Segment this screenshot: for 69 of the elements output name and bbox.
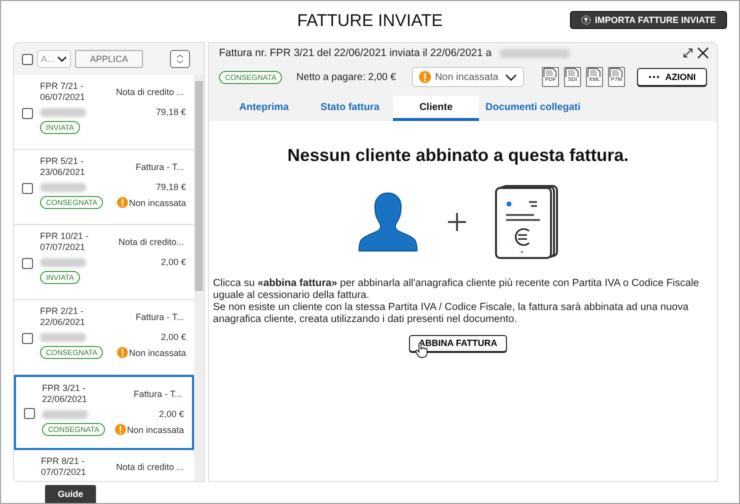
redacted-block [40,258,86,266]
invoice-type: Fattura - T... [134,389,183,399]
payment-status: Non incassata [128,198,186,208]
tab[interactable]: Stato fattura [307,96,393,121]
invoice-type: Fattura - T... [136,312,185,322]
invoice-amount: 79,18 € [156,182,186,192]
document-icon [609,68,624,77]
payment-status: Non incassata [126,424,184,434]
invoice-type: Fattura - T... [136,162,185,172]
invoice-checkbox[interactable] [22,108,33,118]
net-amount: Netto a pagare: 2,00 € [296,72,396,82]
match-invoice-button[interactable]: ABBINA FATTURA [409,334,507,352]
invoice-type: Nota di credito... [118,237,185,247]
invoice-number: FPR 5/21 - 23/06/2021 [40,156,86,178]
payment-select[interactable]: Non incassata [412,67,524,87]
redacted-block [40,108,86,116]
upload-icon [580,15,591,25]
warning-icon [116,347,128,358]
tab[interactable]: Cliente [393,96,479,121]
invoice-checkbox[interactable] [24,408,35,419]
person-silhouette-icon [357,191,419,253]
sort-icon [176,54,184,64]
sort-button[interactable] [170,50,190,68]
invoice-amount: 79,18 € [156,107,186,117]
import-button[interactable]: IMPORTA FATTURE INVIATE [570,11,727,29]
redacted-block [500,48,570,58]
document-icon [543,68,558,77]
payment-status: Non incassata [128,348,186,358]
empty-heading: Nessun cliente abbinato a questa fattura. [287,145,629,166]
invoice-type: Nota di credito ... [116,87,185,97]
invoice-checkbox[interactable] [22,332,33,344]
invoice-document-icon [495,184,559,260]
redacted-block [40,182,86,192]
document-icon [565,68,580,77]
chevron-down-icon [57,56,67,62]
invoice-amount: 2,00 € [160,332,186,342]
chevron-down-icon [504,74,517,80]
invoice-checkbox[interactable] [22,258,33,268]
instruction-text: Clicca su «abbina fattura» per abbinarla all'anagrafica cliente più recente con Partita IVA o Codice Fiscale uguale al cessionario della fattura. [213,278,700,302]
guide-tab[interactable]: Guide [45,485,96,503]
warning-icon [116,197,128,208]
invoice-checkbox[interactable] [22,182,33,194]
invoice-amount: 2,00 € [158,409,184,419]
actions-button[interactable]: AZIONI [637,68,707,86]
instruction-text: Se non esiste un cliente con la stessa Partita IVA / Codice Fiscale, la fattura sarà abbinata ad una nuova anagrafica cliente, creata utilizzando i dati presenti nel documento. [213,302,690,326]
redacted-block [42,410,88,418]
document-icon [587,68,602,77]
invoice-amount: 2,00 € [160,257,186,267]
redacted-block [40,332,86,342]
invoice-number: FPR 2/21 - 22/06/2021 [40,306,86,328]
page-title: FATTURE INVIATE [297,11,443,31]
scrollbar[interactable] [194,75,204,481]
more-icon [648,75,660,79]
warning-icon [418,71,431,83]
plus-icon [447,212,467,232]
invoice-number: FPR 3/21 - 22/06/2021 [42,383,88,405]
apply-button[interactable]: APPLICA [75,50,143,68]
tab[interactable]: Anteprima [221,96,307,121]
invoice-type: Nota di credito ... [116,462,185,472]
invoice-number: FPR 7/21 - 06/07/2021 [40,81,86,103]
select-all-checkbox[interactable] [22,54,33,64]
invoice-number: FPR 8/21 - 07/07/2021 [41,456,86,478]
invoice-title: Fattura nr. FPR 3/21 del 22/06/2021 inviata il 22/06/2021 a [219,47,492,59]
invoice-number: FPR 10/21 - 07/07/2021 [40,231,89,253]
warning-icon [114,424,126,435]
invoice-item[interactable]: FPR 8/21 - 07/07/2021 Nota di credito ... [14,450,194,481]
expand-icon[interactable] [683,48,693,58]
close-icon[interactable] [697,47,709,59]
tab[interactable]: Documenti collegati [479,96,587,121]
